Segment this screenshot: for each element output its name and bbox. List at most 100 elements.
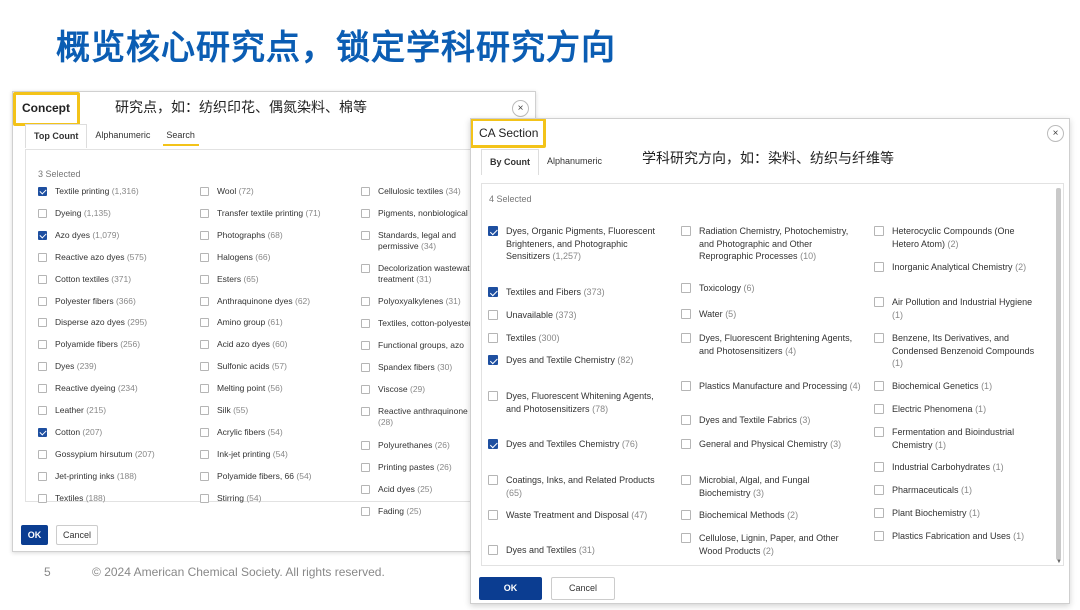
concept-item[interactable]: Polyamide fibers, 66 (54)	[200, 471, 350, 482]
checkbox[interactable]	[38, 362, 47, 372]
scrollbar[interactable]	[1056, 188, 1061, 560]
concept-item[interactable]: Reactive dyeing (234)	[38, 383, 188, 394]
checkbox[interactable]	[361, 485, 370, 494]
concept-item[interactable]: Polyamide fibers (256)	[38, 339, 188, 350]
checkbox[interactable]	[681, 283, 691, 293]
tab-alphanumeric[interactable]: Alphanumeric	[87, 124, 158, 148]
concept-item[interactable]: Acrylic fibers (54)	[200, 427, 350, 438]
ca-item[interactable]: Heterocyclic Compounds (One Hetero Atom)…	[874, 225, 1044, 250]
ca-item[interactable]: Microbial, Algal, and Fungal Biochemistr…	[681, 474, 861, 499]
checkbox[interactable]	[874, 297, 884, 307]
checkbox[interactable]	[681, 475, 691, 485]
checkbox[interactable]	[38, 296, 47, 306]
checkbox-checked[interactable]	[488, 226, 498, 236]
concept-item[interactable]: Sulfonic acids (57)	[200, 361, 350, 372]
checkbox[interactable]	[361, 385, 370, 394]
concept-item[interactable]: Dyes (239)	[38, 361, 188, 372]
checkbox-checked[interactable]	[38, 187, 47, 196]
checkbox-checked[interactable]	[38, 427, 47, 437]
scroll-down-icon[interactable]: ▼	[1056, 559, 1062, 565]
checkbox[interactable]	[681, 415, 691, 425]
ca-item[interactable]: Air Pollution and Industrial Hygiene (1)	[874, 296, 1044, 321]
concept-item[interactable]: Anthraquinone dyes (62)	[200, 296, 350, 307]
checkbox[interactable]	[681, 510, 691, 520]
checkbox[interactable]	[361, 507, 370, 516]
checkbox[interactable]	[681, 533, 691, 543]
concept-item[interactable]: Standards, legal and permissive (34)	[361, 230, 481, 252]
concept-item[interactable]: Reactive azo dyes (575)	[38, 252, 188, 263]
ca-item[interactable]: Fermentation and Bioindustrial Chemistry…	[874, 426, 1044, 451]
checkbox[interactable]	[361, 407, 370, 416]
concept-item[interactable]: Halogens (66)	[200, 252, 350, 263]
checkbox[interactable]	[361, 264, 370, 273]
checkbox[interactable]	[874, 508, 884, 518]
checkbox-checked[interactable]	[488, 439, 498, 449]
checkbox[interactable]	[361, 209, 370, 218]
checkbox[interactable]	[38, 449, 47, 459]
tab-top-count[interactable]: Top Count	[25, 124, 88, 148]
concept-item[interactable]: Polyoxyalkylenes (31)	[361, 296, 481, 307]
checkbox[interactable]	[874, 381, 884, 391]
concept-item[interactable]: Textiles (188)	[38, 493, 188, 504]
ca-item[interactable]: Dyes, Fluorescent Whitening Agents, and …	[488, 390, 668, 415]
checkbox[interactable]	[38, 471, 47, 481]
ca-item[interactable]: Coatings, Inks, and Related Products (65…	[488, 474, 668, 499]
concept-item[interactable]: Polyester fibers (366)	[38, 296, 188, 307]
concept-item[interactable]: Pigments, nonbiological	[361, 208, 481, 219]
checkbox[interactable]	[874, 462, 884, 472]
checkbox[interactable]	[38, 318, 47, 328]
checkbox[interactable]	[681, 439, 691, 449]
checkbox[interactable]	[681, 381, 691, 391]
concept-item[interactable]: Acid dyes (25)	[361, 484, 481, 495]
checkbox[interactable]	[681, 333, 691, 343]
concept-item[interactable]: Esters (65)	[200, 274, 350, 285]
checkbox[interactable]	[38, 340, 47, 350]
cancel-button[interactable]: Cancel	[56, 525, 98, 545]
concept-item[interactable]: Reactive anthraquinone (28)	[361, 406, 481, 428]
checkbox[interactable]	[200, 362, 209, 372]
ca-item[interactable]: Benzene, Its Derivatives, and Condensed …	[874, 332, 1044, 370]
ca-item[interactable]: Dyes and Textile Chemistry (82)	[488, 354, 668, 367]
concept-item[interactable]: Viscose (29)	[361, 384, 481, 395]
checkbox[interactable]	[488, 333, 498, 343]
checkbox[interactable]	[361, 187, 370, 196]
concept-item[interactable]: Spandex fibers (30)	[361, 362, 481, 373]
checkbox[interactable]	[200, 493, 209, 503]
checkbox[interactable]	[200, 449, 209, 459]
concept-item[interactable]: Azo dyes (1,079)	[38, 230, 188, 241]
checkbox[interactable]	[200, 296, 209, 306]
checkbox[interactable]	[38, 274, 47, 284]
concept-item[interactable]: Cotton textiles (371)	[38, 274, 188, 285]
checkbox-checked[interactable]	[488, 355, 498, 365]
tab-alphanumeric[interactable]: Alphanumeric	[539, 149, 610, 175]
checkbox[interactable]	[361, 441, 370, 450]
ca-item[interactable]: Electric Phenomena (1)	[874, 403, 1044, 416]
checkbox[interactable]	[874, 333, 884, 343]
concept-item[interactable]: Transfer textile printing (71)	[200, 208, 350, 219]
concept-item[interactable]: Wool (72)	[200, 186, 350, 197]
ca-item[interactable]: Textiles and Fibers (373)	[488, 286, 668, 299]
concept-item[interactable]: Acid azo dyes (60)	[200, 339, 350, 350]
ca-item[interactable]: Inorganic Analytical Chemistry (2)	[874, 261, 1044, 274]
checkbox[interactable]	[361, 363, 370, 372]
ca-item[interactable]: Plastics Fabrication and Uses (1)	[874, 530, 1044, 543]
ca-item[interactable]: Dyes, Organic Pigments, Fluorescent Brig…	[488, 225, 668, 263]
ca-item[interactable]: Biochemical Methods (2)	[681, 509, 861, 522]
checkbox[interactable]	[874, 531, 884, 541]
concept-item[interactable]: Printing pastes (26)	[361, 462, 481, 473]
concept-item[interactable]: Fading (25)	[361, 506, 481, 517]
concept-item[interactable]: Textiles, cotton-polyester	[361, 318, 481, 329]
ca-item[interactable]: Waste Treatment and Disposal (47)	[488, 509, 668, 522]
concept-item[interactable]: Gossypium hirsutum (207)	[38, 449, 188, 460]
ca-item[interactable]: Plastics Technology (1)	[874, 564, 1044, 565]
tab-by-count[interactable]: By Count	[481, 149, 539, 175]
ca-item[interactable]: Plant Biochemistry (1)	[874, 507, 1044, 520]
ca-item[interactable]: Pharmaceuticals (1)	[874, 484, 1044, 497]
ca-item[interactable]: Dyes, Fluorescent Brightening Agents, an…	[681, 332, 861, 357]
ca-item[interactable]: Dyes and Textile Fabrics (3)	[681, 414, 861, 427]
ca-item[interactable]: Water (5)	[681, 308, 861, 321]
ok-button[interactable]: OK	[21, 525, 48, 545]
checkbox[interactable]	[361, 463, 370, 472]
checkbox[interactable]	[38, 406, 47, 415]
ca-item[interactable]: Cellulose, Lignin, Paper, and Other Wood…	[681, 532, 861, 557]
